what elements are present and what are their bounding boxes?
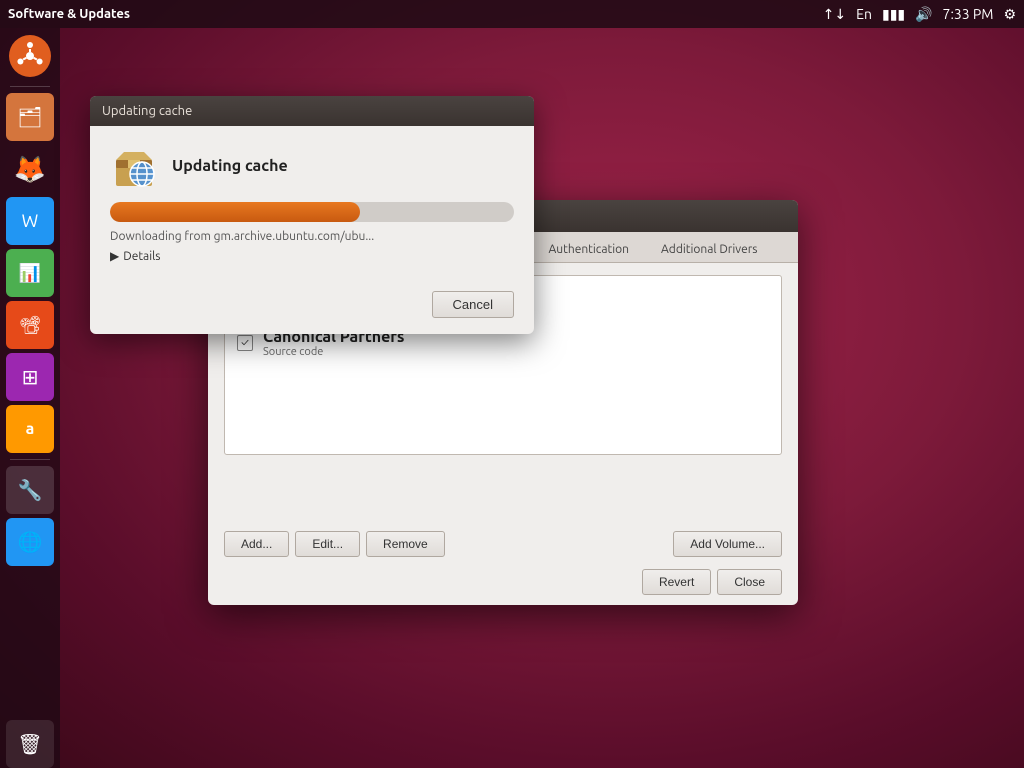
cancel-button[interactable]: Cancel	[432, 291, 514, 318]
sidebar-item-impress[interactable]: 📽	[6, 301, 54, 349]
revert-button[interactable]: Revert	[642, 569, 711, 595]
edit-button[interactable]: Edit...	[295, 531, 360, 557]
progress-footer: Cancel	[90, 283, 534, 334]
time-display: 7:33 PM	[943, 6, 994, 22]
progress-dialog-title: Updating cache	[102, 104, 192, 118]
sidebar-item-files[interactable]: 🗂	[6, 93, 54, 141]
sidebar-item-trash[interactable]: 🗑	[6, 720, 54, 768]
keyboard-indicator-icon[interactable]: En	[856, 6, 872, 22]
add-volume-button[interactable]: Add Volume...	[673, 531, 782, 557]
sidebar-item-ubuntu[interactable]	[6, 32, 54, 80]
buttons-left: Add... Edit... Remove	[224, 531, 445, 557]
progress-body: Updating cache Downloading from gm.archi…	[90, 126, 534, 283]
progress-bar-fill	[110, 202, 360, 222]
details-toggle[interactable]: ▶ Details	[110, 249, 514, 263]
gear-icon[interactable]: ⚙	[1003, 6, 1016, 23]
dialog-bottom-buttons: Revert Close	[208, 569, 798, 605]
add-button[interactable]: Add...	[224, 531, 289, 557]
topbar-right-icons: ↑↓ En ▮▮▮ 🔊 7:33 PM ⚙	[823, 6, 1016, 23]
tab-authentication[interactable]: Authentication	[533, 236, 644, 262]
remove-button[interactable]: Remove	[366, 531, 445, 557]
progress-dialog: Updating cache	[90, 96, 534, 334]
chevron-right-icon: ▶	[110, 249, 119, 263]
package-icon	[110, 142, 158, 190]
network-indicator-icon[interactable]: ↑↓	[823, 6, 846, 23]
sidebar-item-firefox[interactable]: 🦊	[6, 145, 54, 193]
desktop: Software & Updates ↑↓ En ▮▮▮ 🔊 7:33 PM ⚙	[0, 0, 1024, 768]
topbar: Software & Updates ↑↓ En ▮▮▮ 🔊 7:33 PM ⚙	[0, 0, 1024, 28]
battery-icon[interactable]: ▮▮▮	[882, 6, 905, 23]
sidebar-divider-1	[10, 86, 50, 87]
sidebar-item-network[interactable]: 🌐	[6, 518, 54, 566]
dialog-action-buttons: Add... Edit... Remove Add Volume...	[208, 523, 798, 569]
tab-additional-drivers[interactable]: Additional Drivers	[646, 236, 772, 262]
sidebar: 🗂 🦊 W 📊 📽 ⊞ a 🔧 🌐 🗑	[0, 28, 60, 768]
progress-header: Updating cache	[110, 142, 514, 190]
sidebar-item-calc[interactable]: 📊	[6, 249, 54, 297]
progress-status-text: Downloading from gm.archive.ubuntu.com/u…	[110, 230, 514, 243]
sidebar-item-settings[interactable]: 🔧	[6, 466, 54, 514]
progress-bar-container	[110, 202, 514, 222]
volume-icon[interactable]: 🔊	[915, 6, 932, 23]
progress-heading: Updating cache	[172, 157, 288, 175]
close-dialog-button[interactable]: Close	[717, 569, 782, 595]
buttons-right: Add Volume...	[673, 531, 782, 557]
sidebar-divider-2	[10, 459, 50, 460]
repo-checkbox-2[interactable]	[237, 335, 253, 351]
progress-titlebar: Updating cache	[90, 96, 534, 126]
topbar-app-title: Software & Updates	[8, 7, 130, 21]
sidebar-item-appstore[interactable]: ⊞	[6, 353, 54, 401]
sidebar-item-writer[interactable]: W	[6, 197, 54, 245]
sidebar-item-amazon[interactable]: a	[6, 405, 54, 453]
